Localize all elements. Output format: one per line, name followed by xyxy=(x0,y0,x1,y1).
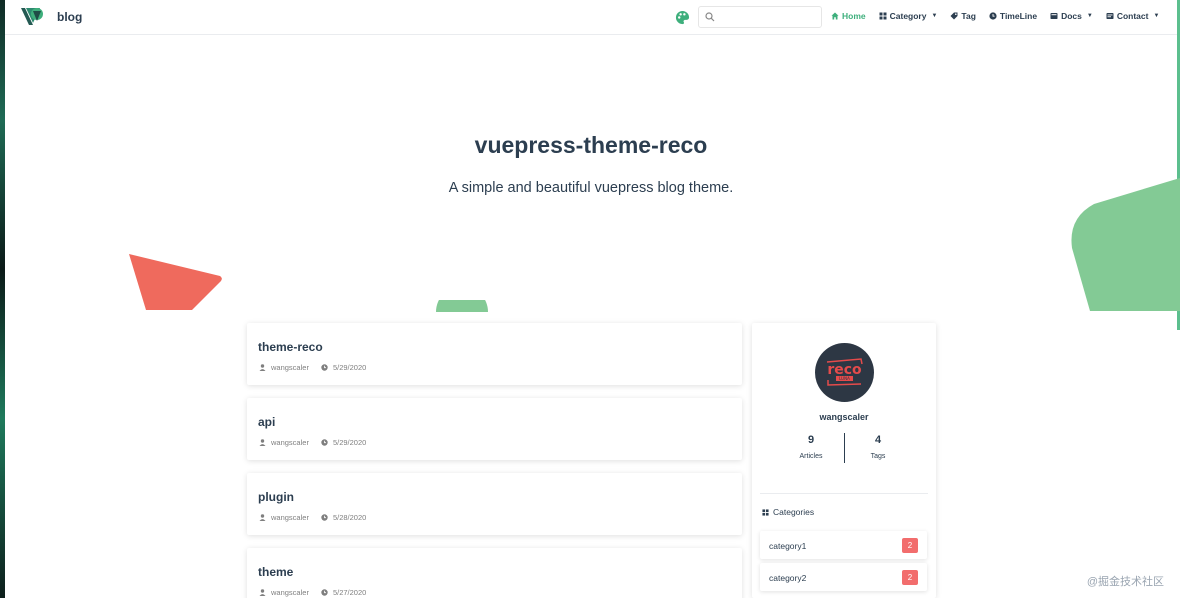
left-window-edge xyxy=(0,0,5,598)
avatar: reco LUNA xyxy=(815,343,874,402)
hero-description: A simple and beautiful vuepress blog the… xyxy=(448,180,734,196)
user-icon xyxy=(259,364,266,371)
stat-articles: 9 Articles xyxy=(781,434,841,460)
user-icon xyxy=(259,589,266,596)
tag-icon xyxy=(950,12,958,20)
category-name: category1 xyxy=(769,541,807,551)
categories-heading-label: Categories xyxy=(773,507,815,517)
article-date: 5/29/2020 xyxy=(332,438,367,447)
nav-item-label: Tag xyxy=(961,11,976,21)
category-item[interactable]: category2 2 xyxy=(760,563,927,591)
author-sidebar: reco LUNA wangscaler 9 Articles 4 Tags C… xyxy=(752,323,936,598)
palette-icon[interactable] xyxy=(675,10,690,25)
search-box[interactable] xyxy=(698,6,822,28)
article-author: wangscaler xyxy=(271,438,309,447)
article-meta: wangscaler 5/27/2020 xyxy=(259,588,366,597)
article-meta: wangscaler 5/29/2020 xyxy=(259,438,366,447)
nav-item-label: Home xyxy=(842,11,866,21)
hero-title: vuepress-theme-reco xyxy=(474,132,708,158)
category-count-badge: 2 xyxy=(902,570,918,585)
decorative-red-shape xyxy=(129,254,222,310)
article-title[interactable]: theme-reco xyxy=(258,340,323,354)
clock-icon xyxy=(321,589,328,596)
category-icon xyxy=(879,12,887,20)
article-card[interactable]: theme-reco wangscaler 5/29/2020 xyxy=(247,323,742,385)
article-card[interactable]: theme wangscaler 5/27/2020 xyxy=(247,548,742,598)
clock-icon xyxy=(321,364,328,371)
stat-label: Articles xyxy=(799,453,823,460)
stat-value: 9 xyxy=(807,434,815,446)
stat-tags: 4 Tags xyxy=(848,434,908,460)
article-date: 5/27/2020 xyxy=(332,588,367,597)
category-item[interactable]: category1 2 xyxy=(760,531,927,559)
site-name[interactable]: blog xyxy=(57,10,82,24)
docs-icon xyxy=(1050,13,1058,19)
nav-item-docs[interactable]: Docs ▼ xyxy=(1050,11,1093,21)
category-name: category2 xyxy=(769,573,807,583)
user-icon xyxy=(259,514,266,521)
watermark: @掘金技术社区 xyxy=(1086,576,1164,588)
nav-item-timeline[interactable]: TimeLine xyxy=(989,11,1037,21)
article-author: wangscaler xyxy=(271,588,309,597)
contact-icon xyxy=(1106,13,1114,19)
search-input[interactable] xyxy=(719,9,817,25)
article-title[interactable]: api xyxy=(258,415,275,429)
article-meta: wangscaler 5/28/2020 xyxy=(259,513,366,522)
nav-item-home[interactable]: Home xyxy=(831,11,866,21)
article-date: 5/29/2020 xyxy=(332,363,367,372)
nav-links: Home Category ▼ Tag TimeLine Docs ▼ Cont… xyxy=(831,11,1159,21)
article-title[interactable]: theme xyxy=(258,565,293,579)
decorative-green-shape xyxy=(1071,178,1180,311)
nav-item-category[interactable]: Category ▼ xyxy=(879,11,938,21)
clock-icon xyxy=(321,514,328,521)
article-card[interactable]: plugin wangscaler 5/28/2020 xyxy=(247,473,742,535)
reco-logo-icon: reco LUNA xyxy=(826,358,863,386)
nav-item-label: Category xyxy=(889,11,927,21)
article-author: wangscaler xyxy=(271,363,309,372)
stat-value: 4 xyxy=(874,434,882,446)
site-logo-icon[interactable] xyxy=(20,5,47,29)
sidebar-divider xyxy=(760,493,928,494)
article-title[interactable]: plugin xyxy=(258,490,294,504)
category-count-badge: 2 xyxy=(902,538,918,553)
user-icon xyxy=(259,439,266,446)
chevron-down-icon: ▼ xyxy=(1086,13,1093,19)
decorative-green-semicircle xyxy=(436,300,488,312)
stat-divider xyxy=(844,433,845,463)
chevron-down-icon: ▼ xyxy=(931,13,938,19)
top-navbar: blog Home Category ▼ Tag TimeLine Docs ▼… xyxy=(5,0,1177,35)
category-icon xyxy=(762,508,769,516)
clock-icon xyxy=(321,439,328,446)
article-author: wangscaler xyxy=(271,513,309,522)
article-meta: wangscaler 5/29/2020 xyxy=(259,363,366,372)
nav-item-label: Contact xyxy=(1116,11,1149,21)
nav-item-tag[interactable]: Tag xyxy=(950,11,976,21)
home-icon xyxy=(831,12,839,20)
article-card[interactable]: api wangscaler 5/29/2020 xyxy=(247,398,742,460)
author-name: wangscaler xyxy=(819,412,869,422)
clock-icon xyxy=(989,12,997,20)
article-date: 5/28/2020 xyxy=(332,513,367,522)
avatar-subtext: LUNA xyxy=(839,376,850,381)
nav-item-label: Docs xyxy=(1061,11,1082,21)
stat-label: Tags xyxy=(870,453,886,460)
categories-heading: Categories xyxy=(762,507,814,517)
chevron-down-icon: ▼ xyxy=(1153,13,1160,19)
search-icon xyxy=(705,12,715,22)
nav-item-contact[interactable]: Contact ▼ xyxy=(1106,11,1160,21)
nav-item-label: TimeLine xyxy=(999,11,1038,21)
